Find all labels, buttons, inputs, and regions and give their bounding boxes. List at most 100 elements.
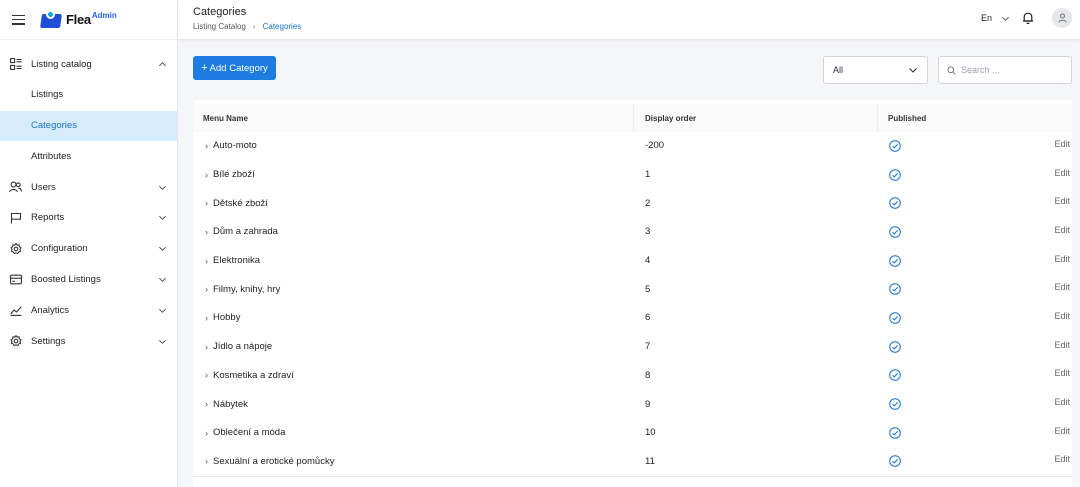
cell-menu-name: › Oblečení a móda (193, 427, 633, 438)
sidebar-item-analytics[interactable]: Analytics (0, 295, 177, 325)
add-category-button[interactable]: + Add Category (193, 56, 276, 80)
edit-link[interactable]: Edit (1027, 254, 1072, 264)
sidebar-nav: Listing catalog Listings Categories Attr… (0, 40, 177, 356)
breadcrumb-categories[interactable]: Categories (263, 22, 302, 31)
sidebar-item-label: Reports (31, 212, 65, 224)
expand-chevron-icon[interactable]: › (205, 456, 208, 466)
breadcrumb: Listing Catalog › Categories (193, 22, 301, 31)
category-name: Filmy, knihy, hry (213, 283, 281, 295)
edit-link[interactable]: Edit (1027, 454, 1072, 464)
sidebar: Flea Admin Listing catalog Listings Cate… (0, 0, 178, 487)
edit-link[interactable]: Edit (1027, 282, 1072, 292)
edit-link[interactable]: Edit (1027, 311, 1072, 321)
category-name: Hobby (213, 312, 241, 324)
column-header-published[interactable]: Published (877, 104, 1072, 132)
chevron-down-icon (159, 277, 166, 283)
plus-icon: + (201, 62, 208, 74)
published-check-icon (889, 426, 901, 439)
chevron-up-icon (159, 61, 166, 66)
categories-table: Menu Name Display order Published › Auto-… (193, 100, 1072, 487)
table-header: Menu Name Display order Published (193, 100, 1072, 132)
edit-link[interactable]: Edit (1027, 168, 1072, 178)
sidebar-item-reports[interactable]: Reports (0, 203, 177, 233)
logo-text: Flea (66, 12, 91, 27)
sidebar-item-users[interactable]: Users (0, 172, 177, 202)
table-row[interactable]: › Auto-moto -200 Edit (193, 132, 1072, 161)
cell-display-order: 3 (645, 226, 651, 238)
edit-link[interactable]: Edit (1027, 340, 1072, 350)
expand-chevron-icon[interactable]: › (205, 256, 208, 266)
search-input[interactable] (961, 65, 1071, 75)
cell-menu-name: › Dům a zahrada (193, 226, 633, 237)
edit-link[interactable]: Edit (1027, 225, 1072, 235)
sidebar-item-attributes[interactable]: Attributes (0, 141, 177, 171)
column-header-display-order[interactable]: Display order (633, 104, 877, 132)
chart-line-icon (9, 304, 22, 317)
table-row[interactable]: › Oblečení a móda 10 Edit (193, 419, 1072, 448)
expand-chevron-icon[interactable]: › (205, 170, 208, 180)
edit-link[interactable]: Edit (1027, 196, 1072, 206)
logo-sub: Admin (91, 11, 117, 20)
expand-chevron-icon[interactable]: › (205, 428, 208, 438)
column-header-menu-name[interactable]: Menu Name (193, 104, 633, 132)
category-name: Elektronika (213, 255, 260, 267)
logo[interactable]: Flea Admin (40, 9, 117, 30)
sidebar-item-listings[interactable]: Listings (0, 80, 177, 110)
language-select[interactable]: En (981, 13, 1010, 23)
menu-icon[interactable] (12, 14, 25, 25)
cell-published (877, 340, 1027, 353)
cell-display-order: -200 (645, 140, 665, 152)
expand-chevron-icon[interactable]: › (205, 313, 208, 323)
cell-menu-name: › Kosmetika a zdraví (193, 370, 633, 381)
table-row[interactable]: › Hobby 6 Edit (193, 304, 1072, 333)
expand-chevron-icon[interactable]: › (205, 284, 208, 294)
table-row[interactable]: › Kosmetika a zdraví 8 Edit (193, 362, 1072, 391)
table-body: › Auto-moto -200 Edit › Bílé zboží 1 Edit › Dětsk… (193, 132, 1072, 477)
expand-chevron-icon[interactable]: › (205, 198, 208, 208)
cell-published (877, 140, 1027, 152)
cell-published (877, 254, 1027, 267)
table-row[interactable]: › Elektronika 4 Edit (193, 247, 1072, 276)
edit-link[interactable]: Edit (1027, 397, 1072, 407)
filter-value: All (833, 65, 844, 75)
published-check-icon (889, 312, 901, 324)
expand-chevron-icon[interactable]: › (205, 342, 208, 352)
published-check-icon (889, 254, 901, 267)
table-row[interactable]: › Sexuální a erotické pomůcky 11 Edit (193, 448, 1072, 477)
sidebar-item-listing-catalog[interactable]: Listing catalog (0, 49, 177, 79)
search-box[interactable] (938, 56, 1072, 84)
edit-link[interactable]: Edit (1027, 139, 1072, 149)
table-row[interactable]: › Dětské zboží 2 Edit (193, 189, 1072, 219)
top-header: Categories Listing Catalog › Categories … (178, 0, 1080, 40)
sidebar-item-categories[interactable]: Categories (0, 110, 177, 141)
avatar[interactable] (1052, 8, 1072, 28)
expand-chevron-icon[interactable]: › (205, 370, 208, 380)
expand-chevron-icon[interactable]: › (205, 141, 208, 151)
grid-list-icon (9, 58, 22, 71)
cell-published (877, 369, 1027, 382)
expand-chevron-icon[interactable]: › (205, 399, 208, 409)
edit-link[interactable]: Edit (1027, 368, 1072, 378)
edit-link[interactable]: Edit (1027, 426, 1072, 436)
published-filter-select[interactable]: All (823, 56, 928, 84)
table-row[interactable]: › Dům a zahrada 3 Edit (193, 218, 1072, 247)
cell-display-order: 4 (645, 255, 651, 267)
published-check-icon (889, 398, 901, 410)
breadcrumb-listing-catalog[interactable]: Listing Catalog (193, 22, 246, 31)
bell-icon[interactable] (1021, 11, 1035, 25)
category-name: Dům a zahrada (213, 226, 278, 238)
category-name: Jídlo a nápoje (213, 341, 273, 353)
cell-published (877, 226, 1027, 238)
expand-chevron-icon[interactable]: › (205, 227, 208, 237)
table-row[interactable]: › Filmy, knihy, hry 5 Edit (193, 275, 1072, 305)
table-row[interactable]: › Nábytek 9 Edit (193, 390, 1072, 419)
cell-display-order: 8 (645, 369, 651, 381)
sidebar-item-settings[interactable]: Settings (0, 326, 177, 356)
chevron-down-icon (159, 185, 166, 190)
table-row[interactable]: › Bílé zboží 1 Edit (193, 161, 1072, 190)
sidebar-item-boosted-listings[interactable]: Boosted Listings (0, 265, 177, 295)
sidebar-item-configuration[interactable]: Configuration (0, 234, 177, 264)
table-row[interactable]: › Jídlo a nápoje 7 Edit (193, 333, 1072, 362)
cell-published (877, 312, 1027, 324)
chevron-down-icon (159, 308, 166, 313)
